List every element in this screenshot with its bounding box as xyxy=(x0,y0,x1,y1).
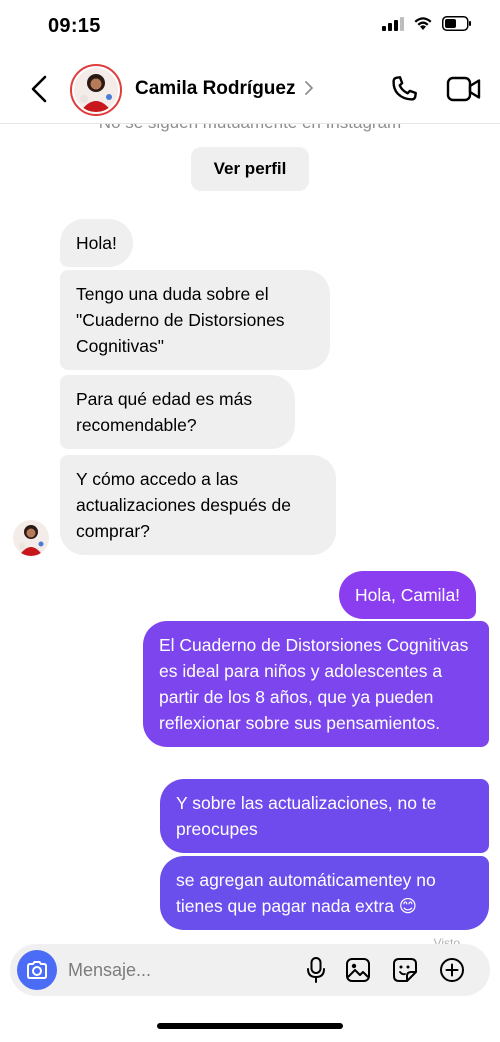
incoming-message[interactable]: Tengo una duda sobre el "Cuaderno de Dis… xyxy=(60,270,330,370)
outgoing-message[interactable]: se agregan automáticamentey no tienes qu… xyxy=(160,856,489,930)
outgoing-message[interactable]: Hola, Camila! xyxy=(339,571,477,619)
contact-name[interactable]: Camila Rodríguez xyxy=(135,78,295,100)
incoming-message[interactable]: Para qué edad es más recomendable? xyxy=(60,375,295,449)
sticker-icon xyxy=(393,958,417,982)
video-camera-icon xyxy=(446,76,481,102)
plus-circle-icon xyxy=(440,958,464,982)
more-options-button[interactable] xyxy=(438,956,466,984)
sender-avatar[interactable] xyxy=(13,520,49,556)
incoming-message[interactable]: Hola! xyxy=(60,219,133,267)
outgoing-message[interactable]: Y sobre las actualizaciones, no te preoc… xyxy=(160,779,489,853)
dm-screen: 09:15 No se siguen mutuamente en Instagr… xyxy=(0,0,500,1042)
message-thread: No se siguen mutuamente en Instagram Ver… xyxy=(0,0,500,1042)
microphone-icon xyxy=(307,957,325,983)
view-profile-button[interactable]: Ver perfil xyxy=(191,147,309,191)
message-composer xyxy=(10,944,490,996)
video-call-button[interactable] xyxy=(446,73,482,107)
camera-icon xyxy=(27,961,47,979)
incoming-message[interactable]: Y cómo accedo a las actualizaciones desp… xyxy=(60,455,336,555)
phone-icon xyxy=(392,76,417,101)
sticker-button[interactable] xyxy=(391,956,419,984)
conversation-header: Camila Rodríguez xyxy=(0,54,500,124)
message-input[interactable] xyxy=(68,956,288,984)
home-indicator[interactable] xyxy=(157,1023,343,1029)
gallery-button[interactable] xyxy=(344,956,372,984)
gallery-icon xyxy=(346,958,370,982)
back-button[interactable] xyxy=(24,72,54,106)
voice-message-button[interactable] xyxy=(302,956,330,984)
contact-avatar[interactable] xyxy=(70,64,122,116)
chevron-right-icon[interactable] xyxy=(304,80,314,96)
outgoing-message[interactable]: El Cuaderno de Distorsiones Cognitivas e… xyxy=(143,621,489,747)
back-arrow-icon xyxy=(31,75,47,103)
audio-call-button[interactable] xyxy=(388,73,422,107)
camera-button[interactable] xyxy=(17,950,57,990)
